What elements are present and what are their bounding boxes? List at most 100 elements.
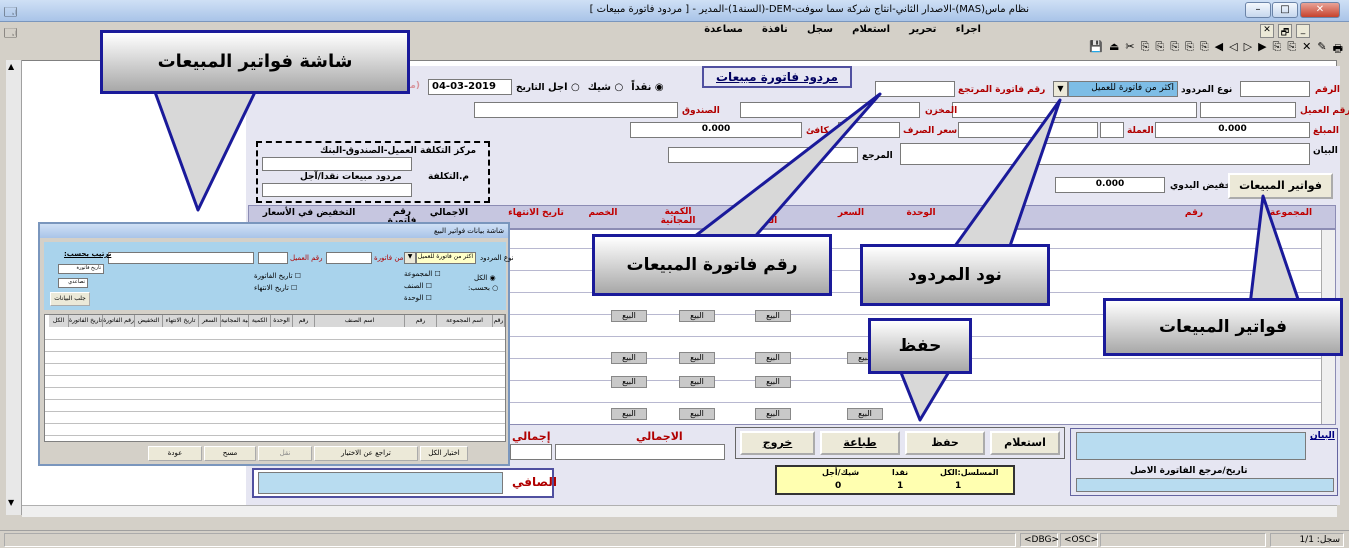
clear-button[interactable]: مسح — [204, 446, 256, 461]
child-restore-icon[interactable]: 🗗 — [1278, 24, 1292, 38]
bottom-statement-field[interactable] — [1076, 432, 1306, 460]
menu-window[interactable]: نافذة — [762, 24, 788, 35]
sub-sort-order-select[interactable]: تصاعدي — [58, 278, 88, 288]
sale-cell-button[interactable]: البيع — [847, 408, 883, 420]
copy-record-icon[interactable]: ⎘ — [1185, 40, 1194, 58]
sub-return-type-select[interactable]: اكثر من فاتورة للعميل — [416, 252, 476, 264]
exit-icon[interactable]: ⏏ — [1109, 40, 1119, 58]
scroll-up-icon[interactable]: ▲ — [8, 62, 14, 71]
select-all-button[interactable]: اختيار الكل — [420, 446, 468, 461]
save-button[interactable]: حفظ — [905, 431, 985, 455]
scroll-down-icon[interactable]: ▼ — [8, 498, 14, 507]
sale-cell-button[interactable]: البيع — [611, 310, 647, 322]
first-record-icon[interactable]: ◀ — [1215, 40, 1223, 58]
insert-icon[interactable]: ⎘ — [1273, 40, 1282, 58]
print-icon[interactable]: 🖶 — [1333, 40, 1343, 58]
sale-cell-button[interactable]: البيع — [679, 376, 715, 388]
save-icon[interactable]: 💾 — [1089, 40, 1103, 58]
copy-icon[interactable]: ⎘ — [1141, 40, 1150, 58]
customer-cash-bank-field[interactable] — [262, 157, 412, 171]
child-close-icon[interactable]: ✕ — [1260, 24, 1274, 38]
equivalent-field[interactable]: 0.000 — [630, 122, 802, 138]
payment-credit-radio[interactable]: ○ اجل — [548, 82, 580, 93]
customer-no-field[interactable] — [1200, 102, 1296, 118]
sub-customer-name-field[interactable] — [108, 252, 254, 264]
return-invoice-no-field[interactable] — [875, 81, 955, 97]
sale-cell-button[interactable]: البيع — [755, 408, 791, 420]
sale-cell-button[interactable]: البيع — [611, 408, 647, 420]
sub-invoice-date-checkbox[interactable]: ☐ تاريخ الفاتورة — [254, 272, 301, 280]
sale-cell-button[interactable]: البيع — [755, 310, 791, 322]
new-record-icon[interactable]: ⎘ — [1170, 40, 1179, 58]
inquiry-button[interactable]: استعلام — [990, 431, 1060, 455]
sale-cell-button[interactable]: البيع — [611, 376, 647, 388]
edit-icon[interactable]: ✎ — [1317, 40, 1326, 58]
exchange-rate-field[interactable] — [838, 122, 900, 138]
statement-field[interactable] — [900, 143, 1310, 165]
sub-all-radio[interactable]: ◉ الكل — [474, 274, 496, 282]
sub-fetch-button[interactable]: جلب البيانات — [50, 292, 90, 306]
maximize-button[interactable]: □ — [1272, 2, 1298, 18]
sub-sort-field-select[interactable]: تاريخ فاتورة — [58, 264, 104, 274]
cash-credit-returns-field[interactable] — [262, 183, 412, 197]
sub-chevron-down-icon[interactable]: ▼ — [404, 252, 416, 264]
sale-cell-button[interactable]: البيع — [679, 310, 715, 322]
sale-cell-button[interactable]: البيع — [611, 352, 647, 364]
menu-inquiry[interactable]: استعلام — [852, 24, 890, 35]
store-field[interactable] — [740, 102, 920, 118]
menu-help[interactable]: مساعدة — [704, 24, 743, 35]
payment-cash-radio[interactable]: ◉ نقداً — [631, 82, 663, 93]
sub-group-checkbox[interactable]: ☐ المجموعة — [404, 270, 441, 278]
close-button[interactable]: ✕ — [1300, 2, 1340, 18]
delete-icon[interactable]: ✕ — [1302, 40, 1311, 58]
net-field[interactable] — [258, 472, 503, 494]
duplicate-icon[interactable]: ⎘ — [1200, 40, 1209, 58]
total-field[interactable] — [555, 444, 725, 460]
sales-invoices-button[interactable]: فواتير المبيعات — [1228, 173, 1333, 199]
minimize-button[interactable]: – — [1245, 2, 1271, 18]
back-button[interactable]: عودة — [148, 446, 202, 461]
cut-icon[interactable]: ✂ — [1125, 40, 1134, 58]
orig-invoice-field[interactable] — [1076, 478, 1334, 492]
menu-record[interactable]: سجل — [807, 24, 833, 35]
reference-field[interactable] — [668, 147, 858, 163]
prev-record-icon[interactable]: ◁ — [1229, 40, 1237, 58]
move-button[interactable]: نقل — [258, 446, 312, 461]
date-field[interactable]: 04-03-2019 — [428, 79, 512, 95]
sub-from-invoice-field[interactable] — [326, 252, 372, 264]
sub-expiry-date-checkbox[interactable]: ☐ تاريخ الانتهاء — [254, 284, 297, 292]
sub-item-checkbox[interactable]: ☐ الصنف — [404, 282, 432, 290]
undo-selection-button[interactable]: تراجع عن الاختيار — [314, 446, 418, 461]
vertical-scrollbar[interactable]: ▲ ▼ — [6, 60, 22, 515]
sub-customer-no-field[interactable] — [258, 252, 288, 264]
manual-discount-field[interactable]: 0.000 — [1055, 177, 1165, 193]
sales-invoices-grid[interactable]: رقم اسم المجموعة رقم اسم الصنف رقم الوحد… — [44, 314, 506, 442]
horizontal-scrollbar[interactable] — [22, 505, 1337, 517]
last-record-icon[interactable]: ▶ — [1258, 40, 1266, 58]
menu-action[interactable]: اجراء — [956, 24, 981, 35]
sub-by-radio[interactable]: ○ بحسب: — [468, 284, 498, 292]
total-field-2[interactable] — [510, 444, 552, 460]
child-minimize-icon[interactable]: _ — [1296, 24, 1310, 38]
sale-cell-button[interactable]: البيع — [755, 376, 791, 388]
exit-button[interactable]: خروج — [740, 431, 815, 455]
insert2-icon[interactable]: ⎘ — [1287, 40, 1296, 58]
payment-cheque-radio[interactable]: ○ شيك — [588, 82, 623, 93]
sale-cell-button[interactable]: البيع — [679, 352, 715, 364]
next-record-icon[interactable]: ▷ — [1244, 40, 1252, 58]
app-icon[interactable]: 🗔 — [4, 3, 17, 24]
currency-field[interactable] — [1100, 122, 1124, 138]
amount-field[interactable]: 0.000 — [1155, 122, 1310, 138]
chevron-down-icon[interactable]: ▼ — [1053, 81, 1068, 97]
number-field[interactable] — [1240, 81, 1310, 97]
sale-cell-button[interactable]: البيع — [679, 408, 715, 420]
sub-unit-checkbox[interactable]: ☐ الوحدة — [404, 294, 432, 302]
currency-name-field[interactable] — [958, 122, 1098, 138]
child-app-icon[interactable]: 🗔 — [4, 24, 17, 45]
print-button[interactable]: طباعة — [820, 431, 900, 455]
menu-edit[interactable]: تحرير — [909, 24, 936, 35]
sale-cell-button[interactable]: البيع — [755, 352, 791, 364]
customer-name-field[interactable] — [952, 102, 1197, 118]
paste-icon[interactable]: ⎘ — [1155, 40, 1164, 58]
cashbox-field[interactable] — [474, 102, 678, 118]
